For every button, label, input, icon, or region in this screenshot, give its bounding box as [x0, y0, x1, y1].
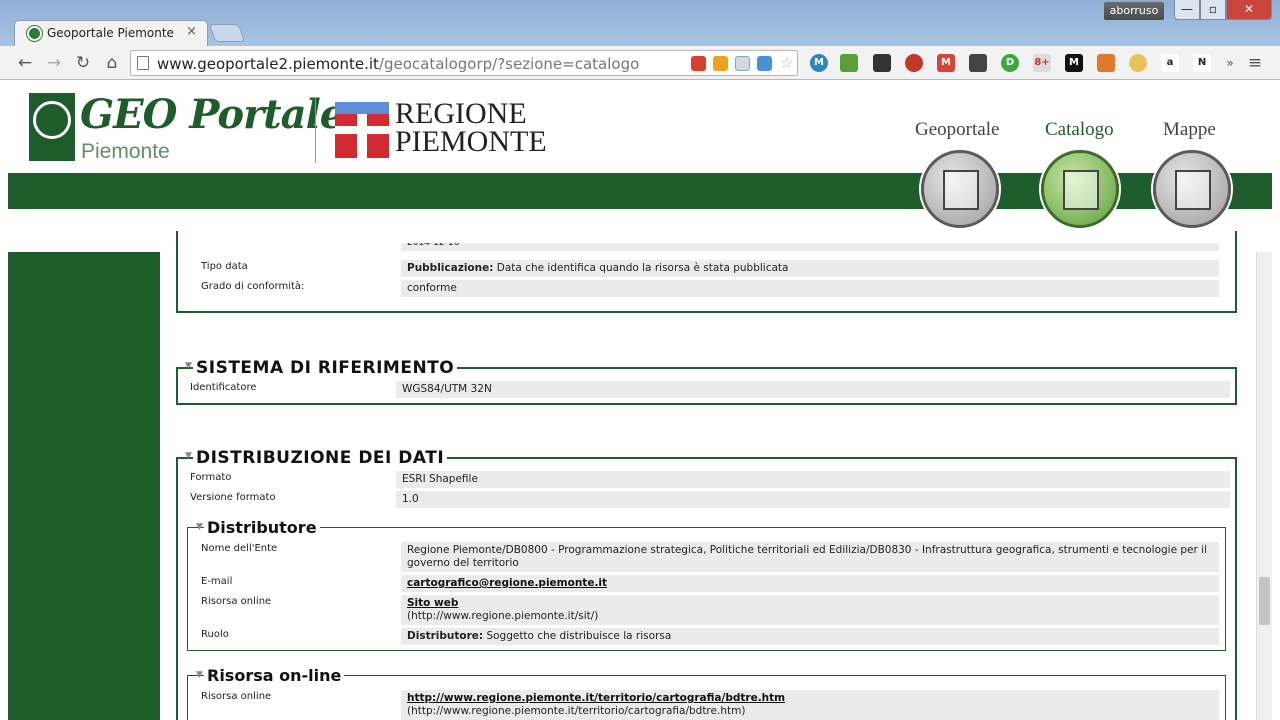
page: GEO Portale Piemonte REGIONE PIEMONTE Ge… [8, 81, 1272, 720]
m-ext-icon[interactable]: M [810, 54, 828, 72]
header-divider [315, 97, 316, 163]
risorsa-online-label: Risorsa online [201, 596, 272, 607]
browser-titlebar: Geoportale Piemonte × aborruso — ▫ ✕ [0, 0, 1280, 47]
risorsa-online-value: Sito web (http://www.regione.piemonte.it… [401, 595, 1219, 625]
subsection-title-risorsa-online[interactable]: Risorsa on-line [204, 666, 345, 685]
page-ext-icon[interactable] [735, 56, 750, 71]
regione-logo-text: REGIONE PIEMONTE [395, 97, 547, 158]
more-ext-icon[interactable]: » [1219, 52, 1241, 74]
ruolo-value: Distributore: Soggetto che distribuisce … [401, 628, 1219, 645]
back-icon[interactable]: ← [14, 52, 36, 74]
geoportale-logo-icon[interactable] [29, 93, 75, 161]
amazon-ext-icon[interactable]: a [1161, 54, 1179, 72]
pocket-icon[interactable] [969, 54, 987, 72]
nav-catalogo-label[interactable]: Catalogo [1045, 119, 1114, 141]
conformita-label: Grado di conformità: [201, 281, 305, 292]
favicon-icon [27, 26, 42, 41]
metadata-content: 2014-12-16 Tipo data Pubblicazione: Data… [173, 231, 1257, 720]
identificatore-value: WGS84/UTM 32N [396, 381, 1230, 398]
nav-mappe-label[interactable]: Mappe [1163, 119, 1216, 141]
risorsa-online-label-2: Risorsa online [201, 691, 272, 702]
formato-value: ESRI Shapefile [396, 471, 1230, 488]
browser-toolbar: ← → ↻ ⌂ www.geoportale2.piemonte.it/geoc… [0, 46, 1280, 80]
tipo-data-value: Pubblicazione: Data che identifica quand… [401, 260, 1219, 277]
binders-icon [1063, 170, 1099, 210]
address-bar[interactable]: www.geoportale2.piemonte.it/geocatalogor… [130, 50, 798, 76]
risorsa-online-value-2: http://www.regione.piemonte.it/territori… [401, 690, 1219, 720]
bdtre-link[interactable]: http://www.regione.piemonte.it/territori… [407, 692, 785, 704]
ruolo-label: Ruolo [201, 629, 229, 640]
collapse-arrow-icon[interactable]: ▼ [185, 451, 192, 461]
sofa-ext-icon[interactable] [905, 54, 923, 72]
gplus-ext-icon[interactable]: 8+ [1033, 54, 1051, 72]
evernote-ext-icon[interactable] [840, 54, 858, 72]
email-link[interactable]: cartografico@regione.piemonte.it [407, 577, 607, 589]
ente-label: Nome dell'Ente [201, 543, 278, 554]
menu-icon[interactable]: ≡ [1244, 52, 1266, 74]
forward-icon[interactable]: → [43, 52, 65, 74]
bdtre-url: (http://www.regione.piemonte.it/territor… [407, 705, 746, 717]
left-sidebar [8, 252, 160, 720]
formato-label: Formato [190, 472, 232, 483]
d-ext-icon[interactable]: D [1001, 54, 1019, 72]
nav-geoportale-button[interactable] [921, 150, 999, 228]
reload-icon[interactable]: ↻ [72, 52, 94, 74]
identificatore-label: Identificatore [190, 382, 257, 393]
geoportale-subtitle: Piemonte [81, 140, 170, 163]
nav-geoportale-label[interactable]: Geoportale [915, 119, 999, 141]
home-icon[interactable]: ⌂ [101, 52, 123, 74]
conformita-value: conforme [401, 280, 1219, 297]
minimize-button[interactable]: — [1174, 0, 1200, 20]
pocket-ext-icon[interactable] [713, 56, 728, 71]
regione-flag-icon [335, 102, 389, 158]
email-value: cartografico@regione.piemonte.it [401, 575, 1219, 592]
versione-label: Versione formato [190, 492, 276, 503]
cookie-ext-icon[interactable] [1129, 54, 1147, 72]
new-tab-button[interactable] [208, 24, 246, 42]
n-ext-icon[interactable]: N [1193, 54, 1211, 72]
document-icon [943, 170, 979, 210]
ente-value: Regione Piemonte/DB0800 - Programmazione… [401, 542, 1219, 572]
page-scrollbar[interactable] [1256, 252, 1272, 720]
versione-value: 1.0 [396, 491, 1230, 508]
upload-ext-icon[interactable] [757, 56, 772, 71]
section-title-distribuzione[interactable]: DISTRIBUZIONE DEI DATI [193, 448, 448, 468]
map-icon [1175, 170, 1211, 210]
cut-off-value: 2014-12-16 [401, 243, 1219, 251]
globe-icon [33, 101, 71, 139]
profile-badge[interactable]: aborruso [1104, 2, 1164, 20]
collapse-arrow-icon[interactable]: ▼ [196, 670, 203, 680]
subsection-title-distributore[interactable]: Distributore [204, 518, 320, 537]
sito-web-url: (http://www.regione.piemonte.it/sit/) [407, 610, 599, 622]
collapse-arrow-icon[interactable]: ▼ [196, 522, 203, 532]
mw-ext-icon[interactable]: M [1065, 54, 1083, 72]
cube-ext-icon[interactable] [1097, 54, 1115, 72]
url-text: www.geoportale2.piemonte.it/geocatalogor… [157, 55, 640, 73]
gmail-ext-icon[interactable]: M [937, 54, 955, 72]
tab-close-icon[interactable]: × [186, 24, 197, 39]
layers-ext-icon[interactable] [873, 54, 891, 72]
star-icon[interactable]: ☆ [779, 56, 794, 71]
sito-web-link[interactable]: Sito web [407, 597, 458, 609]
tab-title: Geoportale Piemonte [47, 26, 174, 40]
section-title-sistema[interactable]: SISTEMA DI RIFERIMENTO [193, 358, 458, 378]
collapse-arrow-icon[interactable]: ▼ [185, 361, 192, 371]
browser-tab[interactable]: Geoportale Piemonte × [14, 20, 208, 47]
close-window-button[interactable]: ✕ [1226, 0, 1272, 20]
nav-mappe-button[interactable] [1153, 150, 1231, 228]
maximize-button[interactable]: ▫ [1200, 0, 1226, 20]
email-label: E-mail [201, 576, 233, 587]
page-icon [137, 56, 149, 70]
scrollbar-thumb[interactable] [1259, 577, 1270, 625]
geoportale-title[interactable]: GEO Portale [80, 91, 345, 138]
bookmark-ext-icon[interactable] [691, 56, 706, 71]
nav-catalogo-button[interactable] [1041, 150, 1119, 228]
tipo-data-label: Tipo data [201, 261, 248, 272]
